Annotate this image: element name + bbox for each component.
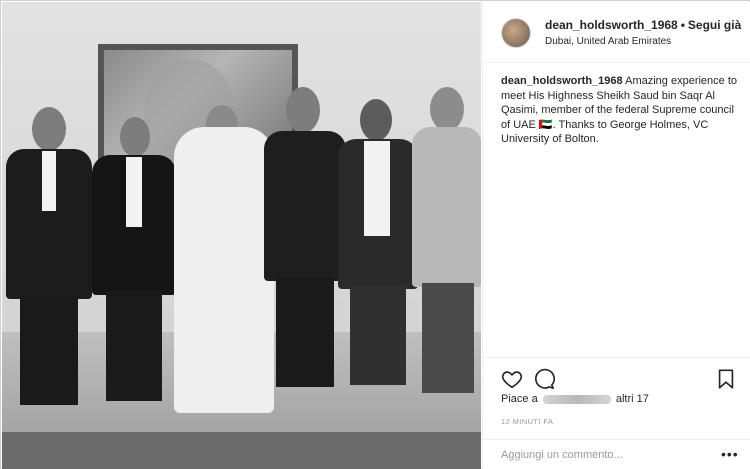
avatar[interactable]	[501, 18, 531, 48]
person-2	[92, 117, 176, 422]
caption-username[interactable]: dean_holdsworth_1968	[501, 75, 623, 87]
photo-table	[2, 432, 481, 469]
bookmark-icon[interactable]	[715, 368, 737, 390]
likes-prefix: Piace a	[501, 393, 538, 405]
comment-icon[interactable]	[533, 368, 555, 390]
likes-line[interactable]: Piace a altri 17	[501, 393, 649, 405]
person-1	[6, 107, 92, 427]
header-user-line: dean_holdsworth_1968 • Segui già	[545, 18, 741, 32]
separator-dot: •	[680, 18, 685, 32]
follow-button[interactable]: Segui già	[688, 18, 741, 32]
person-5	[338, 99, 418, 404]
action-bar	[483, 357, 750, 389]
instagram-post-window: dean_holdsworth_1968 • Segui già Dubai, Un…	[0, 0, 750, 469]
person-3	[174, 97, 274, 417]
likes-suffix: altri 17	[615, 393, 649, 405]
post-caption: dean_holdsworth_1968 Amazing experience …	[501, 74, 741, 147]
location-link[interactable]: Dubai, United Arab Emirates	[545, 36, 671, 47]
heart-icon[interactable]	[501, 368, 523, 390]
comment-input[interactable]	[501, 447, 701, 463]
person-4	[264, 87, 346, 407]
redacted-name	[542, 394, 611, 404]
username-link[interactable]: dean_holdsworth_1968	[545, 18, 678, 32]
comment-box: •••	[483, 439, 750, 469]
post-header: dean_holdsworth_1968 • Segui già Dubai, Un…	[483, 2, 750, 63]
post-timestamp: 12 MINUTI FA	[501, 417, 554, 426]
more-options-icon[interactable]: •••	[721, 446, 739, 462]
post-side-panel: dean_holdsworth_1968 • Segui già Dubai, Un…	[482, 2, 750, 469]
post-photo[interactable]	[2, 2, 481, 469]
person-6	[412, 87, 481, 407]
